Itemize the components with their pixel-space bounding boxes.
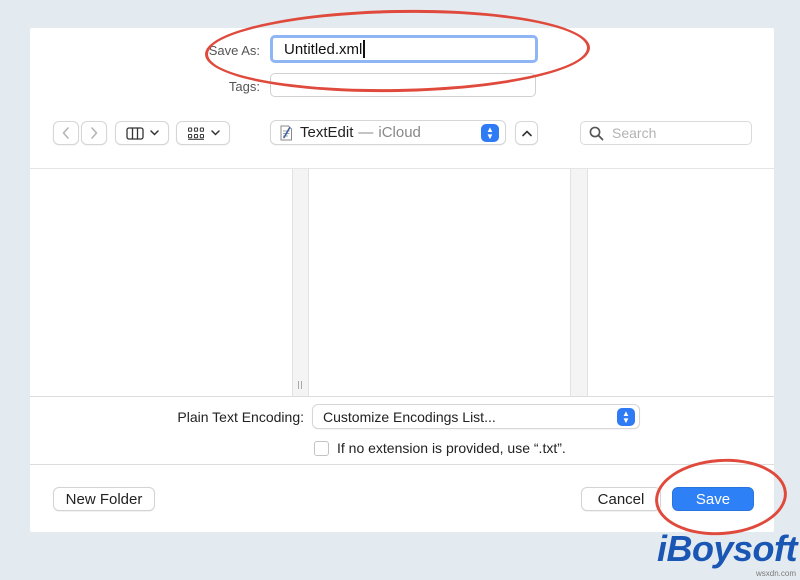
popup-chevrons-icon: ▲ ▼ <box>617 407 635 426</box>
column-resize-strip[interactable] <box>571 169 587 396</box>
view-mode-button[interactable] <box>115 121 169 145</box>
extension-checkbox-label: If no extension is provided, use “.txt”. <box>337 440 566 456</box>
tags-input[interactable] <box>270 73 536 97</box>
chevron-left-icon <box>62 127 69 139</box>
filename-input[interactable]: Untitled.xml <box>270 35 538 63</box>
encoding-value: Customize Encodings List... <box>323 408 496 425</box>
tags-label: Tags: <box>228 79 260 94</box>
column-divider <box>308 169 309 396</box>
new-folder-button[interactable]: New Folder <box>53 487 155 511</box>
chevron-up-icon <box>521 129 532 136</box>
location-popup[interactable]: TextEdit — iCloud ▲ ▼ <box>270 120 506 145</box>
filename-value: Untitled.xml <box>284 40 363 58</box>
column-divider <box>587 169 588 396</box>
forward-button[interactable] <box>81 121 107 145</box>
group-mode-button[interactable] <box>176 121 230 145</box>
back-button[interactable] <box>53 121 79 145</box>
footer-divider <box>30 464 774 465</box>
column-view-icon <box>125 126 144 140</box>
extension-option[interactable]: If no extension is provided, use “.txt”. <box>314 439 566 457</box>
encoding-popup[interactable]: Customize Encodings List... ▲ ▼ <box>312 404 640 429</box>
search-placeholder: Search <box>612 125 657 141</box>
location-separator: — <box>358 124 374 141</box>
grid-view-icon <box>187 127 204 140</box>
extension-checkbox[interactable] <box>314 440 329 456</box>
encoding-label: Plain Text Encoding: <box>177 409 304 425</box>
brand-logo: iBoysoft <box>657 528 798 569</box>
save-as-label: Save As: <box>208 43 260 58</box>
browser-bottom-border <box>30 396 774 397</box>
collapse-browser-button[interactable] <box>515 121 538 145</box>
chevron-right-icon <box>91 127 98 139</box>
magnifier-icon <box>589 126 604 140</box>
document-icon <box>280 125 292 140</box>
location-sub: iCloud <box>378 124 421 141</box>
text-caret <box>363 40 365 58</box>
file-browser[interactable] <box>30 169 774 396</box>
watermark: wsxdn.com <box>755 569 796 578</box>
location-name: TextEdit <box>300 124 354 141</box>
popup-chevrons-icon: ▲ ▼ <box>481 123 499 142</box>
save-dialog: Save As: Untitled.xml Tags: TextEdit — i… <box>30 28 774 532</box>
chevron-down-icon <box>210 130 220 136</box>
search-field[interactable]: Search <box>580 121 752 145</box>
cancel-button[interactable]: Cancel <box>581 487 661 511</box>
column-resize-strip[interactable] <box>293 169 308 396</box>
chevron-down-icon <box>149 130 159 136</box>
save-button[interactable]: Save <box>672 487 754 511</box>
